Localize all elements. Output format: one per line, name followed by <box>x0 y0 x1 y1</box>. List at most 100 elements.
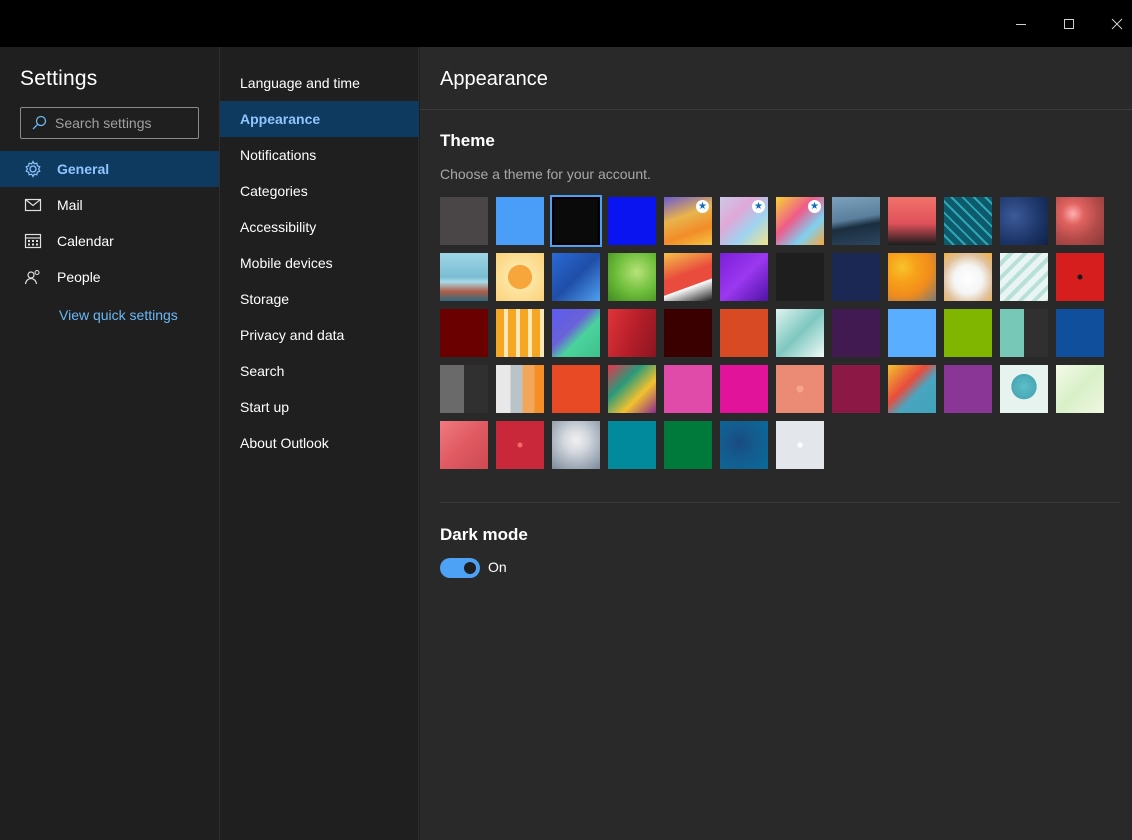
search-settings-box[interactable] <box>20 107 199 139</box>
star-icon: ★ <box>752 200 765 213</box>
settings-title: Settings <box>20 67 98 90</box>
theme-swatch[interactable] <box>664 421 712 469</box>
category-general[interactable]: General <box>0 151 219 187</box>
theme-swatch[interactable] <box>496 197 544 245</box>
theme-swatch[interactable] <box>608 309 656 357</box>
dark-mode-toggle[interactable] <box>440 558 480 578</box>
subnav-appearance[interactable]: Appearance <box>220 101 419 137</box>
dark-mode-state-label: On <box>488 559 507 575</box>
theme-grid: ★ ★ ★ <box>440 195 1106 469</box>
theme-swatch[interactable] <box>1056 253 1104 301</box>
calendar-icon <box>24 232 42 250</box>
people-icon <box>24 268 42 286</box>
toggle-knob <box>464 562 476 574</box>
theme-swatch[interactable] <box>496 421 544 469</box>
subnav-mobile-devices[interactable]: Mobile devices <box>220 245 419 281</box>
theme-swatch[interactable]: ★ <box>776 197 824 245</box>
header-divider <box>420 109 1132 110</box>
theme-swatch[interactable] <box>832 365 880 413</box>
subnav-language-and-time[interactable]: Language and time <box>220 65 419 101</box>
theme-swatch[interactable] <box>888 309 936 357</box>
theme-swatch[interactable] <box>608 197 656 245</box>
theme-swatch[interactable] <box>1056 309 1104 357</box>
theme-swatch[interactable] <box>440 197 488 245</box>
theme-swatch[interactable] <box>832 309 880 357</box>
theme-swatch[interactable] <box>720 421 768 469</box>
theme-swatch[interactable]: ★ <box>720 197 768 245</box>
theme-swatch[interactable] <box>888 253 936 301</box>
theme-heading: Theme <box>440 131 495 150</box>
theme-swatch[interactable] <box>550 195 602 247</box>
theme-swatch[interactable] <box>888 197 936 245</box>
theme-swatch[interactable] <box>1000 309 1048 357</box>
theme-swatch[interactable] <box>944 197 992 245</box>
theme-swatch[interactable]: ★ <box>664 197 712 245</box>
theme-swatch[interactable] <box>888 365 936 413</box>
theme-swatch[interactable] <box>496 253 544 301</box>
category-label: Mail <box>57 197 83 213</box>
star-icon: ★ <box>696 200 709 213</box>
theme-swatch[interactable] <box>552 253 600 301</box>
theme-swatch[interactable] <box>608 421 656 469</box>
category-mail[interactable]: Mail <box>0 187 219 223</box>
theme-swatch[interactable] <box>552 365 600 413</box>
theme-swatch[interactable] <box>944 365 992 413</box>
theme-swatch[interactable] <box>720 309 768 357</box>
theme-swatch[interactable] <box>832 253 880 301</box>
view-quick-settings-link[interactable]: View quick settings <box>59 307 178 323</box>
category-calendar[interactable]: Calendar <box>0 223 219 259</box>
category-label: General <box>57 161 110 177</box>
subnav-search[interactable]: Search <box>220 353 419 389</box>
theme-swatch[interactable] <box>944 253 992 301</box>
subnav-accessibility[interactable]: Accessibility <box>220 209 419 245</box>
subnav-start-up[interactable]: Start up <box>220 389 419 425</box>
theme-swatch[interactable] <box>1000 197 1048 245</box>
theme-swatch[interactable] <box>440 365 488 413</box>
theme-swatch[interactable] <box>1056 365 1104 413</box>
theme-swatch[interactable] <box>552 309 600 357</box>
subnav-categories[interactable]: Categories <box>220 173 419 209</box>
theme-swatch[interactable] <box>496 309 544 357</box>
theme-swatch[interactable] <box>664 365 712 413</box>
subnav-privacy-and-data[interactable]: Privacy and data <box>220 317 419 353</box>
subnav-about-outlook[interactable]: About Outlook <box>220 425 419 461</box>
category-people[interactable]: People <box>0 259 219 295</box>
subnav-notifications[interactable]: Notifications <box>220 137 419 173</box>
theme-swatch[interactable] <box>496 365 544 413</box>
theme-swatch[interactable] <box>440 421 488 469</box>
theme-swatch[interactable] <box>944 309 992 357</box>
search-settings-input[interactable] <box>55 115 195 131</box>
theme-swatch[interactable] <box>664 309 712 357</box>
theme-swatch[interactable] <box>664 253 712 301</box>
dark-mode-heading: Dark mode <box>440 525 528 544</box>
minimize-button[interactable] <box>997 0 1045 47</box>
close-button[interactable] <box>1093 0 1132 47</box>
search-icon <box>32 115 47 130</box>
theme-swatch[interactable] <box>776 253 824 301</box>
general-subnav: Language and time Appearance Notificatio… <box>220 47 419 840</box>
theme-subtitle: Choose a theme for your account. <box>440 166 651 182</box>
theme-swatch[interactable] <box>776 421 824 469</box>
theme-swatch[interactable] <box>440 309 488 357</box>
maximize-icon <box>1064 18 1074 29</box>
subnav-storage[interactable]: Storage <box>220 281 419 317</box>
star-icon: ★ <box>808 200 821 213</box>
mail-icon <box>24 196 42 214</box>
theme-swatch[interactable] <box>608 253 656 301</box>
theme-swatch[interactable] <box>832 197 880 245</box>
theme-swatch[interactable] <box>552 421 600 469</box>
minimize-icon <box>1016 23 1026 25</box>
theme-swatch[interactable] <box>776 309 824 357</box>
maximize-button[interactable] <box>1045 0 1093 47</box>
theme-swatch[interactable] <box>1056 197 1104 245</box>
subnav-list: Language and time Appearance Notificatio… <box>220 65 419 461</box>
theme-swatch[interactable] <box>776 365 824 413</box>
theme-swatch[interactable] <box>608 365 656 413</box>
theme-swatch[interactable] <box>440 253 488 301</box>
section-divider <box>440 502 1120 503</box>
category-label: People <box>57 269 101 285</box>
theme-swatch[interactable] <box>720 253 768 301</box>
theme-swatch[interactable] <box>1000 365 1048 413</box>
theme-swatch[interactable] <box>720 365 768 413</box>
theme-swatch[interactable] <box>1000 253 1048 301</box>
